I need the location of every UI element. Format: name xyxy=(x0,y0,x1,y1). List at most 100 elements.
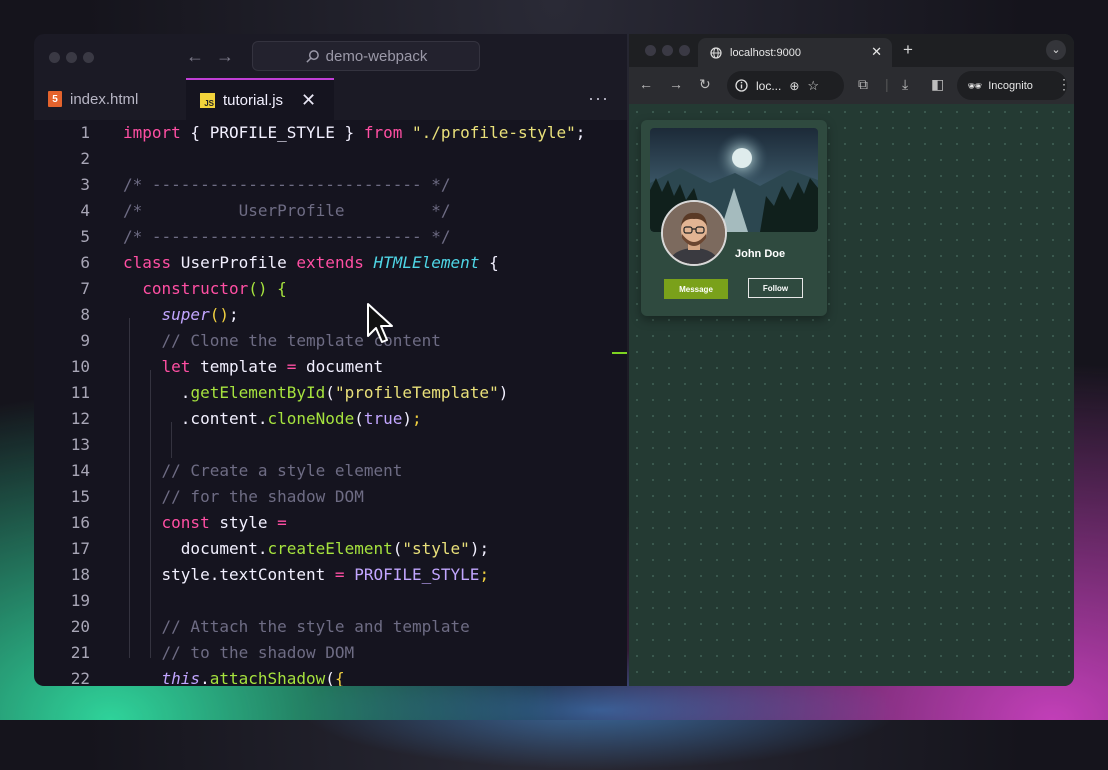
more-options-icon[interactable]: ··· xyxy=(588,88,609,109)
menu-kebab-icon[interactable]: ⋮ xyxy=(1057,76,1071,93)
forward-arrow-icon[interactable]: → xyxy=(216,46,234,67)
tab-tutorial-js[interactable]: JS tutorial.js ✕ xyxy=(186,78,334,120)
sidepanel-icon[interactable]: ◧ xyxy=(931,76,944,93)
window-zoom-dot[interactable] xyxy=(679,45,690,56)
code-line: 10 let template = document xyxy=(34,354,383,380)
close-icon[interactable]: ✕ xyxy=(301,90,316,111)
line-number: 4 xyxy=(80,201,90,220)
mouse-pointer-icon xyxy=(367,303,393,343)
code-line: 5/* ---------------------------- */ xyxy=(34,224,450,250)
window-close-dot[interactable] xyxy=(645,45,656,56)
zoom-icon[interactable]: ⊕ xyxy=(789,79,799,93)
code-line: 7 constructor() { xyxy=(34,276,286,302)
page-viewport: John Doe Message Follow xyxy=(629,104,1074,686)
incognito-icon: 🕶 xyxy=(967,78,983,93)
code-line: 19 xyxy=(34,588,90,614)
follow-button[interactable]: Follow xyxy=(748,278,803,298)
code-line: 15 // for the shadow DOM xyxy=(34,484,364,510)
line-number: 18 xyxy=(70,565,90,584)
code-editor-window: ← → demo-webpack 5 index.html JS tutoria… xyxy=(34,34,627,686)
scroll-marker xyxy=(612,352,627,354)
code-line: 12 .content.cloneNode(true); xyxy=(34,406,422,432)
address-text: loc... xyxy=(756,78,782,93)
line-number: 19 xyxy=(70,591,90,610)
line-number: 20 xyxy=(70,617,90,636)
chevron-down-icon[interactable]: ⌄ xyxy=(1046,40,1066,60)
code-line: 4/* UserProfile */ xyxy=(34,198,450,224)
editor-titlebar: ← → demo-webpack xyxy=(34,34,627,78)
tab-index-html[interactable]: 5 index.html xyxy=(34,78,186,120)
code-line: 3/* ---------------------------- */ xyxy=(34,172,450,198)
tab-label: index.html xyxy=(70,90,139,108)
code-line: 13 xyxy=(34,432,90,458)
code-line: 20 // Attach the style and template xyxy=(34,614,470,640)
line-number: 14 xyxy=(70,461,90,480)
line-number: 12 xyxy=(70,409,90,428)
back-arrow-icon[interactable]: ← xyxy=(639,76,653,92)
html5-icon: 5 xyxy=(48,91,62,107)
address-bar[interactable]: loc... ⊕ ☆ xyxy=(727,71,844,100)
profile-name: John Doe xyxy=(735,248,786,260)
line-number: 3 xyxy=(80,175,90,194)
browser-window: localhost:9000 ✕ + ⌄ ← → ↻ loc... ⊕ ☆ ⧉ … xyxy=(629,34,1074,686)
download-icon[interactable]: ⤓ xyxy=(902,76,908,93)
code-line: 2 xyxy=(34,146,90,172)
code-line: 1 import { PROFILE_STYLE } from "./profil… xyxy=(34,120,585,146)
line-number: 16 xyxy=(70,513,90,532)
line-number: 8 xyxy=(80,305,90,324)
line-number: 6 xyxy=(80,253,90,272)
line-number: 13 xyxy=(70,435,90,454)
star-icon[interactable]: ☆ xyxy=(807,78,819,94)
code-area[interactable]: 1 import { PROFILE_STYLE } from "./profil… xyxy=(34,120,627,686)
line-number: 21 xyxy=(70,643,90,662)
line-number: 11 xyxy=(70,383,90,402)
tab-label: tutorial.js xyxy=(223,91,284,109)
code-line: 17 document.createElement("style"); xyxy=(34,536,489,562)
code-line: 9 // Clone the template content xyxy=(34,328,441,354)
extensions-icon[interactable]: ⧉ xyxy=(858,76,868,93)
avatar xyxy=(661,200,727,266)
line-number: 15 xyxy=(70,487,90,506)
info-icon xyxy=(735,79,748,92)
window-close-dot[interactable] xyxy=(49,52,60,63)
line-number: 17 xyxy=(70,539,90,558)
window-minimize-dot[interactable] xyxy=(662,45,673,56)
browser-toolbar: ← → ↻ loc... ⊕ ☆ ⧉ | ⤓ ◧ 🕶 Incognito ⋮ xyxy=(629,67,1074,104)
code-line: 16 const style = xyxy=(34,510,287,536)
editor-tabbar: 5 index.html JS tutorial.js ✕ xyxy=(34,78,627,120)
code-line: 6 class UserProfile extends HTMLElement { xyxy=(34,250,498,276)
line-number: 10 xyxy=(70,357,90,376)
code-line: 18 style.textContent = PROFILE_STYLE; xyxy=(34,562,489,588)
tab-title: localhost:9000 xyxy=(730,46,801,59)
code-line: 22 this.attachShadow({ xyxy=(34,666,345,686)
incognito-label: Incognito xyxy=(988,79,1033,92)
browser-tabstrip: localhost:9000 ✕ + ⌄ xyxy=(629,34,1074,67)
search-icon xyxy=(305,49,319,63)
search-label: demo-webpack xyxy=(325,47,428,65)
close-tab-icon[interactable]: ✕ xyxy=(871,44,882,60)
command-search-bar[interactable]: demo-webpack xyxy=(252,41,480,71)
browser-tab[interactable]: localhost:9000 ✕ xyxy=(698,38,892,67)
user-profile-card: John Doe Message Follow xyxy=(641,120,827,316)
code-line: 11 .getElementById("profileTemplate") xyxy=(34,380,509,406)
js-icon: JS xyxy=(200,92,215,108)
line-number: 9 xyxy=(80,331,90,350)
globe-icon xyxy=(710,46,722,59)
line-number: 5 xyxy=(80,227,90,246)
line-number: 22 xyxy=(70,669,90,686)
code-line: 8 super(); xyxy=(34,302,238,328)
reload-icon[interactable]: ↻ xyxy=(699,76,711,93)
line-number: 1 xyxy=(80,123,90,142)
forward-arrow-icon[interactable]: → xyxy=(669,76,683,92)
code-line: 14 // Create a style element xyxy=(34,458,403,484)
back-arrow-icon[interactable]: ← xyxy=(186,46,204,67)
incognito-indicator[interactable]: 🕶 Incognito xyxy=(957,71,1067,100)
line-number: 2 xyxy=(80,149,90,168)
new-tab-icon[interactable]: + xyxy=(903,40,913,60)
message-button[interactable]: Message xyxy=(664,279,728,299)
window-minimize-dot[interactable] xyxy=(66,52,77,63)
line-number: 7 xyxy=(80,279,90,298)
code-line: 21 // to the shadow DOM xyxy=(34,640,354,666)
window-zoom-dot[interactable] xyxy=(83,52,94,63)
toolbar-divider: | xyxy=(885,76,889,92)
